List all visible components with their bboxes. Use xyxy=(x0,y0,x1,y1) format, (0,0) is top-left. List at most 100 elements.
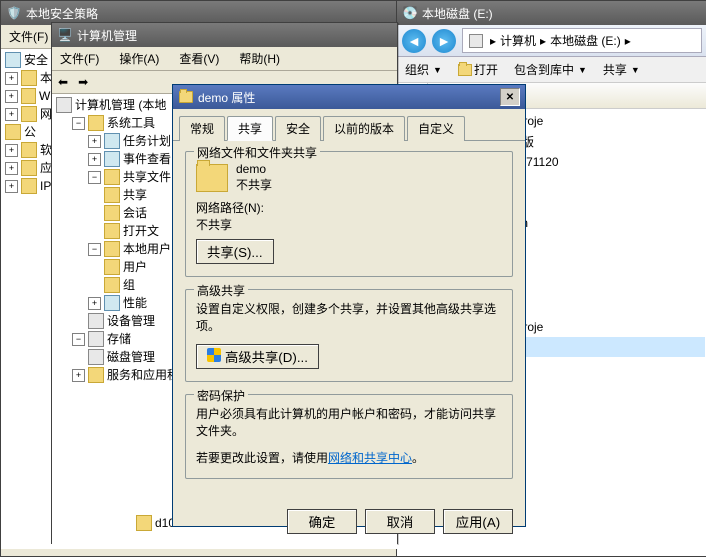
eventlog-icon xyxy=(104,151,120,167)
tree-item[interactable]: +软 xyxy=(3,141,53,159)
folder-icon xyxy=(196,164,228,192)
expand-icon[interactable]: + xyxy=(88,153,101,166)
tab-custom[interactable]: 自定义 xyxy=(407,116,465,141)
breadcrumb-drive[interactable]: 本地磁盘 (E:) xyxy=(550,32,621,49)
cancel-button[interactable]: 取消 xyxy=(365,509,435,534)
expand-icon[interactable]: + xyxy=(5,180,18,193)
storage-icon xyxy=(88,331,104,347)
network-sharing-group: 网络文件和文件夹共享 demo 不共享 网络路径(N): 不共享 共享(S)..… xyxy=(185,151,513,277)
explorer-title: 本地磁盘 (E:) xyxy=(422,5,493,22)
expand-icon[interactable]: + xyxy=(5,144,18,157)
network-sharing-center-link[interactable]: 网络和共享中心 xyxy=(328,451,412,465)
menu-view[interactable]: 查看(V) xyxy=(175,49,223,68)
explorer-titlebar[interactable]: 💽 本地磁盘 (E:) xyxy=(397,1,706,25)
close-button[interactable]: ✕ xyxy=(500,88,520,106)
folder-icon xyxy=(104,187,120,203)
expand-icon[interactable]: + xyxy=(88,297,101,310)
props-titlebar[interactable]: demo 属性 ✕ xyxy=(173,85,525,109)
computer-icon xyxy=(56,97,72,113)
include-library-menu[interactable]: 包含到库中▼ xyxy=(514,61,587,78)
users-icon xyxy=(104,241,120,257)
compmgmt-title: 计算机管理 xyxy=(77,27,137,44)
open-button[interactable]: 打开 xyxy=(458,61,498,78)
tab-sharing[interactable]: 共享 xyxy=(227,116,273,141)
nav-back-button[interactable]: ◄ xyxy=(402,29,426,53)
folder-icon xyxy=(21,142,37,158)
network-path-value: 不共享 xyxy=(196,216,502,233)
secpol-title: 本地安全策略 xyxy=(26,5,98,22)
tree-item[interactable]: 安全 xyxy=(3,51,53,69)
nav-forward-button[interactable]: ► xyxy=(432,29,456,53)
props-title: demo 属性 xyxy=(198,89,255,106)
tab-general[interactable]: 常规 xyxy=(179,116,225,141)
tools-icon xyxy=(88,115,104,131)
props-tabstrip: 常规 共享 安全 以前的版本 自定义 xyxy=(173,109,525,141)
tree-item[interactable]: +IP xyxy=(3,177,53,195)
shield-icon: 🛡️ xyxy=(6,5,22,21)
expand-icon[interactable]: + xyxy=(5,108,18,121)
group-title: 网络文件和文件夹共享 xyxy=(194,144,320,161)
secpol-tree[interactable]: 安全 +本 +Wi +网 公 +软 +应 +IP xyxy=(1,49,55,549)
menu-file[interactable]: 文件(F) xyxy=(56,49,103,68)
tab-previous-versions[interactable]: 以前的版本 xyxy=(323,116,405,141)
forward-icon[interactable]: ➡ xyxy=(74,73,92,91)
drive-icon xyxy=(469,34,483,48)
apply-button[interactable]: 应用(A) xyxy=(443,509,513,534)
compmgmt-titlebar[interactable]: 🖥️ 计算机管理 xyxy=(52,23,397,47)
explorer-nav-toolbar: ◄ ► ▸ 计算机 ▸ 本地磁盘 (E:) ▸ xyxy=(397,25,706,57)
collapse-icon[interactable]: − xyxy=(72,333,85,346)
services-icon xyxy=(88,367,104,383)
advanced-share-button[interactable]: 高级共享(D)... xyxy=(196,344,319,369)
breadcrumb[interactable]: ▸ 计算机 ▸ 本地磁盘 (E:) ▸ xyxy=(462,28,702,53)
password-protection-group: 密码保护 用户必须具有此计算机的用户帐户和密码，才能访问共享文件夹。 若要更改此… xyxy=(185,394,513,479)
advanced-sharing-group: 高级共享 设置自定义权限，创建多个共享，并设置其他高级共享选项。 高级共享(D)… xyxy=(185,289,513,382)
network-path-label: 网络路径(N): xyxy=(196,199,502,216)
share-name-label: demo xyxy=(236,162,272,176)
tree-item[interactable]: +网 xyxy=(3,105,53,123)
share-status-label: 不共享 xyxy=(236,176,272,193)
folder-icon xyxy=(104,259,120,275)
folder-icon xyxy=(104,205,120,221)
scheduler-icon xyxy=(104,133,120,149)
collapse-icon[interactable]: − xyxy=(88,243,101,256)
compmgmt-menubar[interactable]: 文件(F) 操作(A) 查看(V) 帮助(H) xyxy=(52,47,397,71)
menu-file[interactable]: 文件(F) xyxy=(5,27,52,46)
disk-icon xyxy=(88,349,104,365)
share-menu[interactable]: 共享▼ xyxy=(603,61,640,78)
organize-menu[interactable]: 组织▼ xyxy=(405,61,442,78)
password-protection-text: 用户必须具有此计算机的用户帐户和密码，才能访问共享文件夹。 xyxy=(196,405,502,439)
group-title: 高级共享 xyxy=(194,282,248,299)
tree-item[interactable]: +Wi xyxy=(3,87,53,105)
advanced-share-description: 设置自定义权限，创建多个共享，并设置其他高级共享选项。 xyxy=(196,300,502,334)
back-icon[interactable]: ⬅ xyxy=(54,73,72,91)
expand-icon[interactable]: + xyxy=(72,369,85,382)
collapse-icon[interactable]: − xyxy=(88,171,101,184)
shared-folders-icon xyxy=(104,169,120,185)
dialog-button-row: 确定 取消 应用(A) xyxy=(173,501,525,542)
folder-icon xyxy=(136,515,152,531)
menu-action[interactable]: 操作(A) xyxy=(115,49,163,68)
tab-security[interactable]: 安全 xyxy=(275,116,321,141)
tree-item[interactable]: +本 xyxy=(3,69,53,87)
group-title: 密码保护 xyxy=(194,387,248,404)
chevron-down-icon: ▼ xyxy=(433,65,442,75)
demo-properties-dialog: demo 属性 ✕ 常规 共享 安全 以前的版本 自定义 网络文件和文件夹共享 … xyxy=(172,84,526,527)
expand-icon[interactable]: + xyxy=(5,162,18,175)
menu-help[interactable]: 帮助(H) xyxy=(235,49,284,68)
folder-open-icon xyxy=(458,64,472,76)
uac-shield-icon xyxy=(207,348,221,362)
expand-icon[interactable]: + xyxy=(5,72,18,85)
explorer-command-bar: 组织▼ 打开 包含到库中▼ 共享▼ xyxy=(397,57,706,83)
expand-icon[interactable]: + xyxy=(5,90,18,103)
tab-sharing-body: 网络文件和文件夹共享 demo 不共享 网络路径(N): 不共享 共享(S)..… xyxy=(173,141,525,501)
collapse-icon[interactable]: − xyxy=(72,117,85,130)
share-button[interactable]: 共享(S)... xyxy=(196,239,274,264)
computer-icon: 🖥️ xyxy=(57,27,73,43)
tree-item[interactable]: 公 xyxy=(3,123,53,141)
ok-button[interactable]: 确定 xyxy=(287,509,357,534)
chevron-down-icon: ▼ xyxy=(631,65,640,75)
expand-icon[interactable]: + xyxy=(88,135,101,148)
folder-icon xyxy=(104,223,120,239)
breadcrumb-computer[interactable]: 计算机 xyxy=(500,32,536,49)
tree-item[interactable]: +应 xyxy=(3,159,53,177)
